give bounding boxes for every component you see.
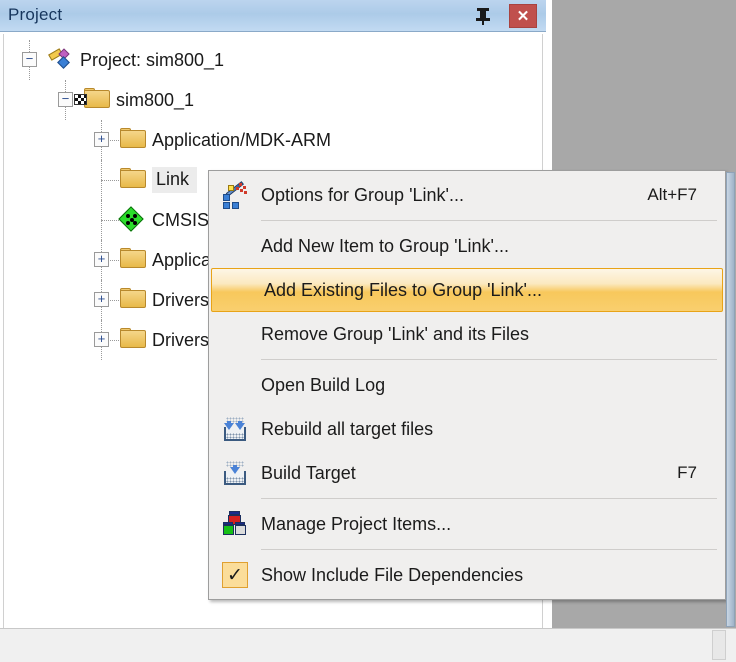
tree-item-application-mdk-arm[interactable]: + Application/MDK-ARM (4, 120, 542, 160)
bottom-scrollbar[interactable] (712, 630, 726, 660)
tree-item-icon (120, 128, 146, 150)
tree-item-label: CMSIS (152, 209, 210, 230)
menu-item-build-target[interactable]: Build Target F7 (209, 451, 725, 495)
menu-item-label: Rebuild all target files (261, 418, 434, 439)
menu-item-label: Open Build Log (261, 374, 386, 395)
tree-connector (101, 220, 119, 221)
tree-connector (101, 180, 119, 181)
menu-scrollbar[interactable] (726, 172, 735, 627)
checkered-flag-icon (74, 94, 87, 105)
folder-icon (120, 248, 146, 268)
project-icon (48, 48, 74, 70)
tree-item-icon (74, 88, 110, 110)
menu-item-icon-slot (209, 224, 261, 268)
menu-item-label: Add New Item to Group 'Link'... (261, 235, 509, 256)
build-target-icon (223, 461, 247, 485)
tree-item-icon (118, 206, 146, 232)
menu-item-shortcut: F7 (677, 463, 697, 482)
pin-glyph (476, 8, 490, 25)
menu-item-label: Options for Group 'Link'... (261, 184, 464, 205)
tree-toggle[interactable]: − (22, 52, 37, 67)
tree-connector (101, 160, 102, 200)
tree-toggle[interactable]: + (94, 292, 109, 307)
menu-item-icon-slot (209, 363, 261, 407)
page-title: Project (8, 5, 63, 24)
menu-item-icon-slot (209, 407, 261, 451)
tree-toggle[interactable]: + (94, 332, 109, 347)
tree-item-icon (120, 288, 146, 310)
tree-item-icon (48, 48, 74, 70)
tree-item-sim800-1[interactable]: − sim800_1 (4, 80, 542, 120)
tree-item-icon (120, 168, 146, 190)
menu-item-label: Manage Project Items... (261, 513, 452, 534)
folder-icon (74, 88, 110, 108)
menu-separator (261, 359, 717, 360)
folder-icon (120, 288, 146, 308)
tree-item-project-sim800-1[interactable]: − Project: sim800_1 (4, 40, 542, 80)
menu-item-icon-slot (209, 451, 261, 495)
menu-item-add-new-item-to-group-link[interactable]: Add New Item to Group 'Link'... (209, 224, 725, 268)
tree-item-icon (120, 328, 146, 350)
tree-item-label: Application/MDK-ARM (152, 129, 332, 150)
menu-item-show-include-file-dependencies[interactable]: ✓ Show Include File Dependencies (209, 553, 725, 597)
project-panel-titlebar: Project ✕ (0, 0, 546, 32)
pin-icon[interactable] (472, 5, 494, 27)
menu-item-add-existing-files-to-group-link[interactable]: Add Existing Files to Group 'Link'... (211, 268, 723, 312)
folder-icon (120, 168, 146, 188)
tree-item-label: Project: sim800_1 (80, 49, 225, 70)
context-menu[interactable]: Options for Group 'Link'... Alt+F7 Add New… (208, 170, 726, 600)
menu-item-icon-slot (209, 312, 261, 356)
menu-separator (261, 549, 717, 550)
tree-toggle[interactable]: + (94, 132, 109, 147)
tree-toggle[interactable]: + (94, 252, 109, 267)
tree-toggle[interactable]: − (58, 92, 73, 107)
menu-item-manage-project-items[interactable]: Manage Project Items... (209, 502, 725, 546)
folder-icon (120, 328, 146, 348)
menu-separator (261, 220, 717, 221)
menu-item-icon-slot (209, 502, 261, 546)
screen: Project ✕ − Project: sim800_1 − sim800_1 + Ap… (0, 0, 736, 662)
close-icon[interactable]: ✕ (509, 4, 537, 28)
menu-item-label: Show Include File Dependencies (261, 564, 524, 585)
menu-item-open-build-log[interactable]: Open Build Log (209, 363, 725, 407)
menu-item-label: Add Existing Files to Group 'Link'... (264, 279, 542, 300)
bottom-bar (0, 628, 736, 662)
options-wand-icon (222, 181, 248, 209)
cmsis-gem-icon (118, 206, 144, 232)
tree-item-icon (120, 248, 146, 270)
checkbox-checked-icon[interactable]: ✓ (222, 562, 248, 588)
tree-item-label: sim800_1 (116, 89, 195, 110)
menu-item-remove-group-link-and-its-files[interactable]: Remove Group 'Link' and its Files (209, 312, 725, 356)
menu-item-icon-slot (212, 268, 264, 312)
menu-item-options-for-group-link[interactable]: Options for Group 'Link'... Alt+F7 (209, 173, 725, 217)
menu-item-label: Build Target (261, 462, 356, 483)
menu-item-rebuild-all-target-files[interactable]: Rebuild all target files (209, 407, 725, 451)
menu-item-icon-slot: ✓ (209, 553, 261, 597)
menu-item-label: Remove Group 'Link' and its Files (261, 323, 529, 344)
manage-blocks-icon (222, 511, 248, 537)
folder-icon (120, 128, 146, 148)
menu-item-icon-slot (209, 173, 261, 217)
rebuild-icon (223, 417, 247, 441)
menu-item-shortcut: Alt+F7 (647, 185, 697, 204)
tree-connector (101, 200, 102, 240)
menu-separator (261, 498, 717, 499)
tree-item-label: Link (152, 167, 198, 193)
